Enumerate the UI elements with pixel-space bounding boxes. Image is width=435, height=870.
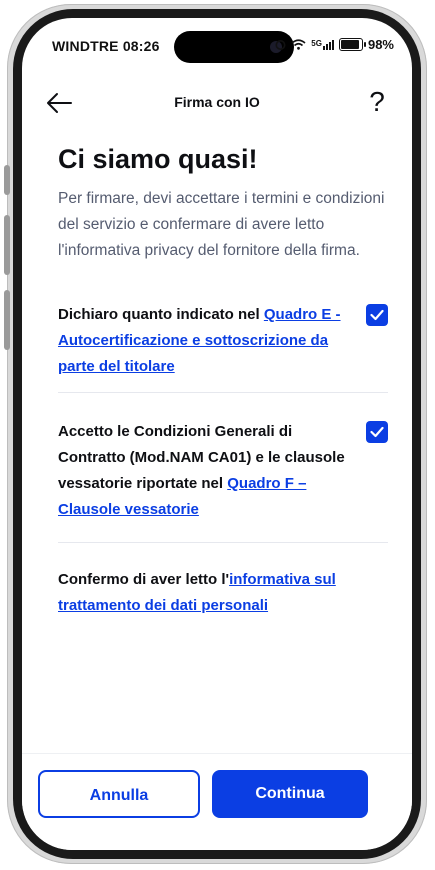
divider [58,392,388,393]
question-mark-icon: ? [369,86,385,117]
carrier-time: WINDTRE 08:26 [52,38,160,54]
status-bar: WINDTRE 08:26 5G 98% [22,18,412,70]
signal-icon: 5G [311,38,334,50]
cancel-button[interactable]: Annulla [38,770,200,818]
help-button[interactable]: ? [364,86,390,118]
volume-up-button [4,215,10,275]
status-icons: 5G 98% [275,37,394,52]
divider [58,542,388,543]
consent-label-3: Confermo di aver letto l' [58,571,230,588]
alarm-icon [275,40,286,50]
footer-actions: Annulla Continua [22,753,412,850]
consent-item-3: Confermo di aver letto l'informativa sul… [58,567,388,619]
intro-text: Per firmare, devi accettare i termini e … [58,190,385,259]
network-label: 5G [311,38,322,48]
mute-switch [4,165,10,195]
consent-text-2: Accetto le Condizioni Generali di Contra… [58,419,348,523]
consent-text-1: Dichiaro quanto indicato nel Quadro E - … [58,302,348,380]
checkbox-quadro-e[interactable] [366,304,388,326]
consent-item-2: Accetto le Condizioni Generali di Contra… [58,419,388,523]
battery-icon [338,38,366,51]
battery-percent: 98% [367,37,394,52]
nav-header: Firma con IO ? [22,80,412,126]
continue-button[interactable]: Continua [212,770,368,818]
checkmark-icon [370,426,384,438]
consent-label-1: Dichiaro quanto indicato nel [58,306,264,323]
consent-item-1: Dichiaro quanto indicato nel Quadro E - … [58,302,388,380]
nav-title: Firma con IO [174,94,260,110]
checkmark-icon [370,309,384,321]
page-title: Ci siamo quasi! [58,144,258,174]
wifi-icon [291,39,306,50]
consent-text-3: Confermo di aver letto l'informativa sul… [58,567,378,619]
volume-down-button [4,290,10,350]
screen: WINDTRE 08:26 5G 98% Firma con IO ? Ci s… [22,18,412,850]
checkbox-quadro-f[interactable] [366,421,388,443]
